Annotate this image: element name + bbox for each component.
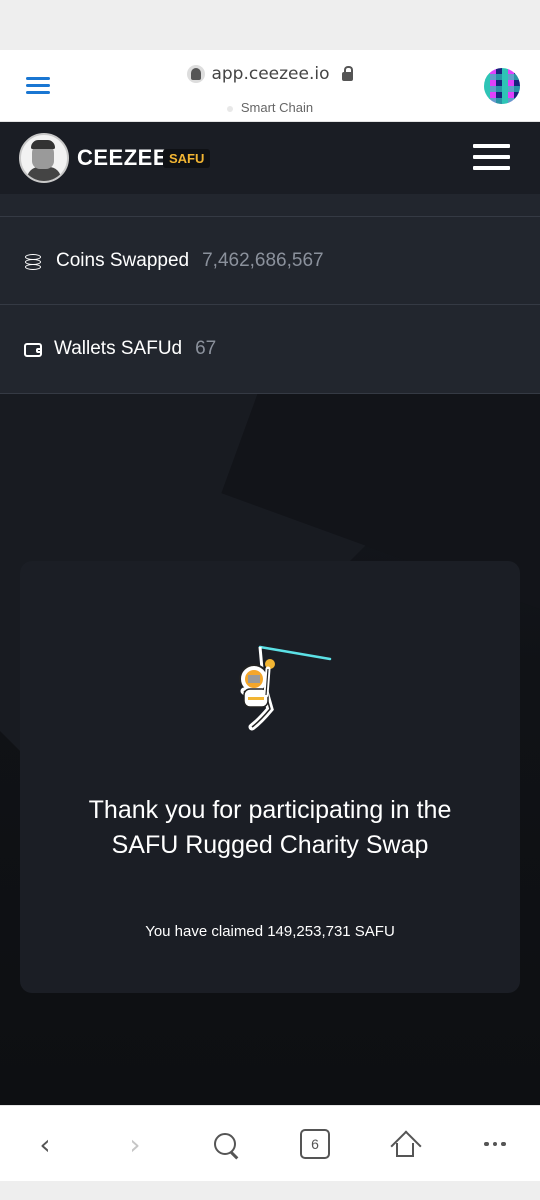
network-status-dot	[226, 105, 233, 112]
stat-coins-swapped: Coins Swapped 7,462,686,567	[0, 216, 540, 305]
thank-you-title: Thank you for participating in the SAFU …	[88, 796, 452, 859]
wallet-icon	[24, 343, 42, 357]
app-menu-button[interactable]	[473, 144, 510, 170]
forward-button[interactable]: ›	[105, 1106, 165, 1182]
astronaut-mascot-icon	[239, 645, 332, 731]
search-icon	[214, 1133, 236, 1155]
wallet-avatar[interactable]	[484, 68, 520, 104]
stat-wallets-safud: Wallets SAFUd 67	[0, 304, 540, 394]
coins-icon	[24, 251, 44, 271]
more-button[interactable]	[465, 1106, 525, 1182]
lock-icon	[341, 66, 353, 81]
stats-panel: Coins Swapped 7,462,686,567 Wallets SAFU…	[0, 194, 540, 394]
status-bar	[0, 0, 540, 50]
stat-value: 7,462,686,567	[202, 250, 324, 271]
stat-value: 67	[195, 338, 217, 359]
claim-card: Thank you for participating in the SAFU …	[20, 561, 520, 993]
brand-logo[interactable]	[19, 133, 69, 183]
chevron-left-icon: ‹	[39, 1127, 51, 1161]
brand-badge: SAFU	[163, 149, 211, 168]
search-button[interactable]	[195, 1106, 255, 1182]
url-text: app.ceezee.io	[211, 64, 330, 84]
site-favicon-icon	[187, 65, 206, 83]
home-button[interactable]	[375, 1106, 435, 1182]
tabs-count: 6	[300, 1129, 330, 1159]
system-nav-strip	[0, 1181, 540, 1200]
network-indicator: Smart Chain	[0, 100, 540, 115]
home-icon	[390, 1130, 422, 1162]
stat-label: Wallets SAFUd	[54, 338, 183, 359]
claimed-amount: You have claimed 149,253,731 SAFU	[145, 923, 395, 940]
stat-label: Coins Swapped	[56, 250, 190, 271]
more-dots-icon	[484, 1141, 506, 1147]
chevron-right-icon: ›	[129, 1127, 141, 1161]
browser-bottom-nav: ‹ › 6	[0, 1105, 540, 1182]
brand-name: CEEZEE	[77, 145, 169, 170]
url-field[interactable]: app.ceezee.io	[187, 64, 353, 84]
tabs-button[interactable]: 6	[285, 1106, 345, 1182]
app-header: CEEZEE SAFU	[0, 122, 540, 194]
back-button[interactable]: ‹	[15, 1106, 75, 1182]
network-label: Smart Chain	[240, 100, 314, 115]
browser-address-bar: app.ceezee.io Smart Chain	[0, 50, 540, 122]
